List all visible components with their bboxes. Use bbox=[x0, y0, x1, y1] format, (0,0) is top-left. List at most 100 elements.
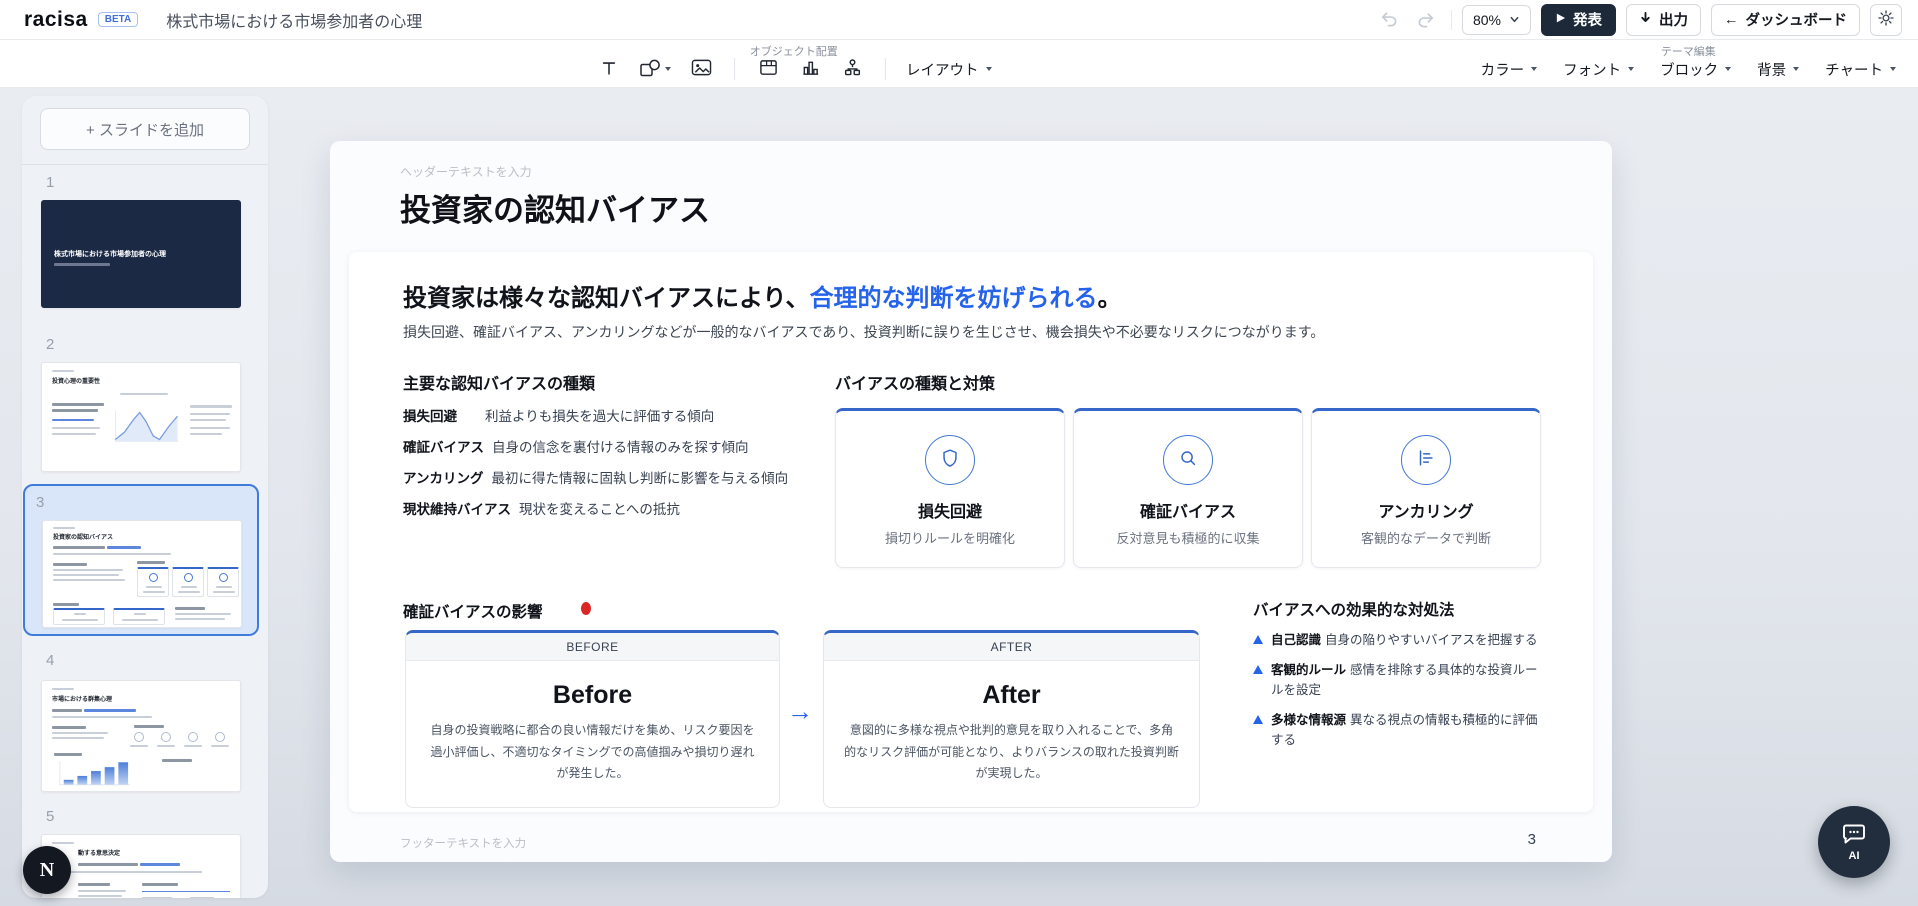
bias-types-section[interactable]: 主要な認知バイアスの種類 損失回避利益よりも損失を過大に評価する傾向 確証バイア… bbox=[403, 370, 813, 518]
skeleton-line bbox=[190, 433, 222, 435]
lead-highlight: 合理的な判断を妨げられる bbox=[810, 285, 1098, 312]
slide-1-thumbnail[interactable]: 株式市場における市場参加者の心理 bbox=[41, 200, 241, 308]
object-toolbar: オブジェクト配置 bbox=[0, 40, 1918, 88]
search-icon bbox=[1177, 447, 1199, 474]
impact-heading[interactable]: 確証バイアスの影響 bbox=[403, 600, 543, 622]
theme-background-dropdown[interactable]: 背景 bbox=[1757, 59, 1799, 80]
slide-4-thumbnail[interactable]: 市場における群集心理 bbox=[41, 680, 241, 792]
presence-cursor-dot bbox=[581, 602, 591, 615]
remedy-item: 客観的ルール感情を排除する具体的な投資ルールを設定 bbox=[1253, 661, 1543, 700]
undo-icon bbox=[1379, 9, 1398, 31]
lead-text: 投資家は様々な認知バイアスにより、 bbox=[403, 285, 810, 312]
shield-icon bbox=[939, 447, 961, 474]
chart-tool-button[interactable] bbox=[797, 57, 823, 81]
mini-before-box bbox=[53, 608, 105, 625]
skeleton-line bbox=[52, 732, 108, 734]
footer-text-placeholder[interactable]: フッターテキストを入力 bbox=[400, 835, 526, 851]
lead-statement[interactable]: 投資家は様々な認知バイアスにより、合理的な判断を妨げられる。 bbox=[403, 278, 1122, 313]
add-slide-button[interactable]: + スライドを追加 bbox=[40, 108, 250, 150]
measure-card-anchoring[interactable]: アンカリング 客観的なデータで判断 bbox=[1311, 408, 1541, 568]
skeleton-line bbox=[134, 725, 164, 728]
diagram-tool-button[interactable] bbox=[839, 57, 865, 81]
shapes-icon bbox=[639, 58, 662, 81]
card-desc: 反対意見も積極的に収集 bbox=[1074, 528, 1302, 547]
redo-button[interactable] bbox=[1413, 6, 1441, 34]
theme-color-dropdown[interactable]: カラー bbox=[1481, 59, 1538, 80]
skeleton-line bbox=[52, 871, 202, 873]
skeleton-line bbox=[54, 753, 82, 756]
after-title: After bbox=[824, 681, 1199, 710]
before-card[interactable]: BEFORE Before 自身の投資戦略に都合の良い情報だけを集め、リスク要因… bbox=[405, 630, 780, 808]
slide-2-thumbnail[interactable]: 投資心理の重要性 bbox=[41, 362, 241, 472]
remedy-item: 自己認識自身の陥りやすいバイアスを把握する bbox=[1253, 631, 1543, 650]
slide-title[interactable]: 投資家の認知バイアス bbox=[400, 185, 710, 230]
slide-panel: + スライドを追加 1 株式市場における市場参加者の心理 2 投資心理の重要性 bbox=[22, 96, 268, 898]
slide-canvas[interactable]: ヘッダーテキストを入力 投資家の認知バイアス 投資家は様々な認知バイアスにより、… bbox=[330, 141, 1612, 862]
skeleton-line bbox=[190, 413, 230, 415]
skeleton-line bbox=[52, 726, 86, 729]
image-tool-button[interactable] bbox=[688, 57, 714, 81]
bar-chart-icon bbox=[801, 58, 820, 80]
after-card[interactable]: AFTER After 意図的に多様な視点や批判的意見を取り入れることで、多角的… bbox=[823, 630, 1200, 808]
slide-2-number: 2 bbox=[46, 336, 54, 353]
slide-3-thumbnail[interactable]: 投資家の認知バイアス bbox=[42, 520, 242, 628]
ai-assistant-button[interactable]: AI bbox=[1818, 806, 1890, 878]
thumb-title: 投資心理の重要性 bbox=[52, 376, 100, 385]
chat-bubble-icon bbox=[1840, 822, 1868, 849]
triangle-bullet-icon bbox=[1253, 635, 1263, 644]
topbar: racisa BETA 株式市場における市場参加者の心理 80% bbox=[0, 0, 1918, 40]
header-text-placeholder[interactable]: ヘッダーテキストを入力 bbox=[400, 163, 532, 180]
right-arrow-icon: → bbox=[787, 696, 813, 727]
export-label: 出力 bbox=[1659, 9, 1688, 30]
skeleton-line bbox=[53, 603, 79, 606]
skeleton-line bbox=[52, 419, 94, 421]
table-tool-button[interactable] bbox=[755, 57, 781, 81]
lead-subtext[interactable]: 損失回避、確証バイアス、アンカリングなどが一般的なバイアスであり、投資判断に誤り… bbox=[403, 322, 1324, 342]
download-icon bbox=[1639, 11, 1652, 29]
text-tool-button[interactable] bbox=[596, 57, 622, 81]
export-button[interactable]: 出力 bbox=[1626, 4, 1701, 36]
list-item: 現状維持バイアス現状を変えることへの抵抗 bbox=[403, 498, 813, 518]
dashboard-button[interactable]: ← ダッシュボード bbox=[1711, 4, 1860, 36]
document-title[interactable]: 株式市場における市場参加者の心理 bbox=[166, 8, 422, 32]
remedies-section[interactable]: バイアスへの効果的な対処法 自己認識自身の陥りやすいバイアスを把握する 客観的ル… bbox=[1253, 598, 1543, 750]
notion-avatar-button[interactable]: N bbox=[23, 846, 71, 894]
layout-label: レイアウト bbox=[906, 59, 979, 80]
list-item: アンカリング最初に得た情報に固執し判断に影響を与える傾向 bbox=[403, 467, 813, 487]
shape-tool-button[interactable] bbox=[638, 57, 672, 81]
thumb-title: 動する意思決定 bbox=[78, 848, 120, 857]
settings-button[interactable] bbox=[1870, 4, 1902, 36]
workspace: + スライドを追加 1 株式市場における市場参加者の心理 2 投資心理の重要性 bbox=[0, 88, 1918, 906]
theme-tools-group: テーマ編集 カラー フォント ブロック 背景 チャート bbox=[1481, 40, 1896, 88]
slide-4-number: 4 bbox=[46, 652, 54, 669]
layout-dropdown[interactable]: レイアウト bbox=[906, 59, 992, 80]
slide-5-thumbnail[interactable]: 動する意思決定 bbox=[41, 834, 241, 898]
zoom-value: 80% bbox=[1473, 12, 1501, 28]
undo-button[interactable] bbox=[1375, 6, 1403, 34]
skeleton-line bbox=[146, 586, 162, 588]
skeleton-line bbox=[181, 586, 197, 588]
table-icon bbox=[759, 58, 778, 80]
divider bbox=[22, 164, 268, 165]
thumb-title: 投資家の認知バイアス bbox=[53, 532, 113, 541]
zoom-select[interactable]: 80% bbox=[1462, 5, 1531, 35]
icon-circle bbox=[1401, 435, 1451, 485]
present-button[interactable]: 発表 bbox=[1541, 4, 1616, 36]
card-title: アンカリング bbox=[1312, 498, 1540, 522]
theme-font-dropdown[interactable]: フォント bbox=[1563, 59, 1634, 80]
app-logo: racisa bbox=[24, 8, 88, 32]
after-text: 意図的に多様な視点や批判的意見を取り入れることで、多角的なリスク評価が可能となり… bbox=[824, 720, 1199, 785]
skeleton-line bbox=[142, 883, 178, 886]
skeleton-line bbox=[53, 563, 87, 566]
skeleton-line bbox=[178, 591, 200, 593]
skeleton-line bbox=[78, 895, 122, 897]
toolbar-separator bbox=[885, 58, 886, 80]
measure-card-loss-aversion[interactable]: 損失回避 損切りルールを明確化 bbox=[835, 408, 1065, 568]
mini-circle bbox=[161, 732, 171, 742]
triangle-bullet-icon bbox=[1253, 665, 1263, 674]
skeleton-line bbox=[52, 842, 74, 844]
measure-card-confirmation-bias[interactable]: 確証バイアス 反対意見も積極的に収集 bbox=[1073, 408, 1303, 568]
mini-line-chart bbox=[110, 403, 182, 449]
theme-chart-dropdown[interactable]: チャート bbox=[1825, 59, 1896, 80]
theme-block-dropdown[interactable]: ブロック bbox=[1660, 59, 1731, 80]
